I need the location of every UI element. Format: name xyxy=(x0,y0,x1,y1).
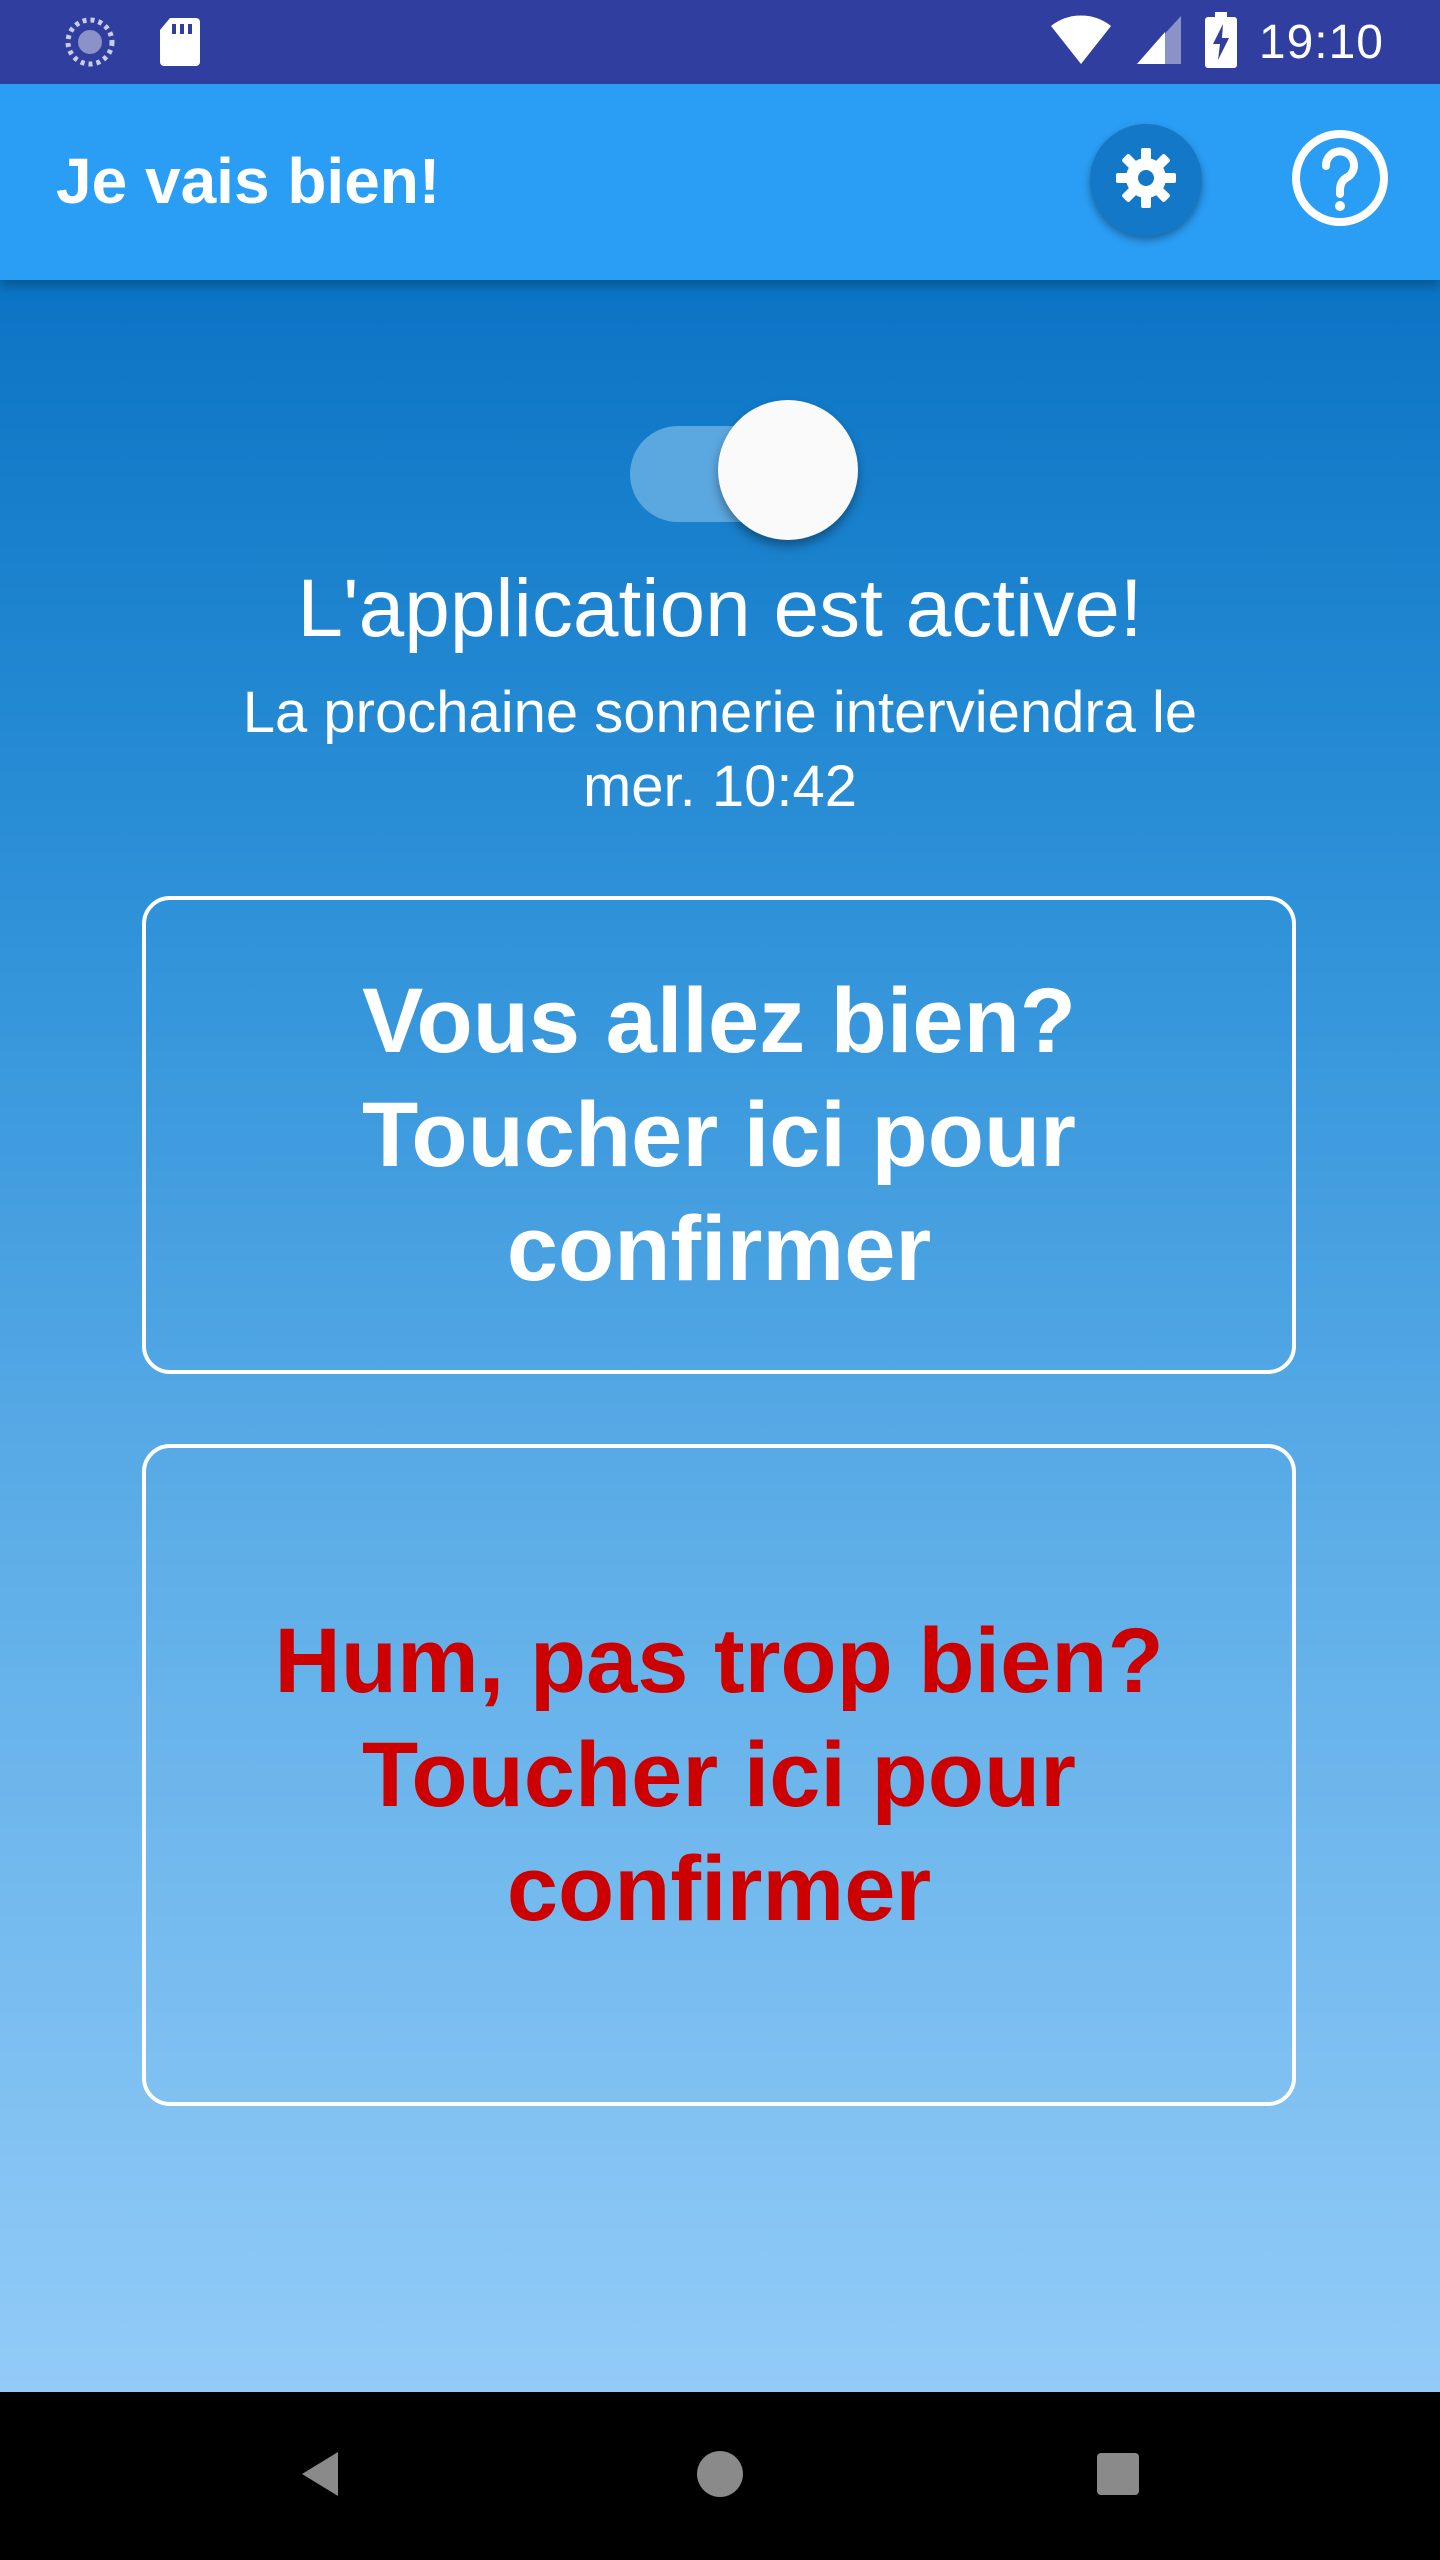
wifi-icon xyxy=(1049,14,1113,71)
clock: 19:10 xyxy=(1258,15,1384,69)
help-icon xyxy=(1288,126,1392,235)
app-bar: Je vais bien! xyxy=(0,84,1440,280)
next-ring-text: La prochaine sonnerie interviendra le me… xyxy=(242,680,1198,819)
gear-icon xyxy=(1110,142,1182,219)
screen: 19:10 Je vais bien! L'application est ac… xyxy=(0,0,1440,2560)
back-icon xyxy=(296,2448,344,2505)
back-button[interactable] xyxy=(280,2436,360,2516)
not-ok-line2: Toucher ici pour confirmer xyxy=(362,1724,1076,1940)
signal-icon xyxy=(1135,14,1183,71)
app-active-toggle[interactable] xyxy=(630,380,860,540)
help-button[interactable] xyxy=(1288,128,1392,232)
sync-icon xyxy=(62,14,118,75)
settings-button[interactable] xyxy=(1090,124,1202,236)
im-ok-line1: Vous allez bien? xyxy=(362,970,1076,1072)
im-ok-line2: Toucher ici pour confirmer xyxy=(362,1084,1076,1300)
home-icon xyxy=(694,2448,746,2505)
not-ok-button[interactable]: Hum, pas trop bien? Toucher ici pour con… xyxy=(142,1444,1296,2106)
status-title: L'application est active! xyxy=(297,563,1143,654)
app-title: Je vais bien! xyxy=(56,145,441,217)
battery-charging-icon xyxy=(1204,11,1237,73)
sd-card-icon xyxy=(158,16,202,73)
recents-button[interactable] xyxy=(1078,2436,1158,2516)
navigation-bar xyxy=(0,2392,1440,2560)
recents-icon xyxy=(1095,2451,1141,2502)
not-ok-line1: Hum, pas trop bien? xyxy=(274,1610,1164,1712)
toggle-thumb xyxy=(718,400,858,540)
main-content: L'application est active! La prochaine s… xyxy=(0,280,1440,2392)
im-ok-button[interactable]: Vous allez bien? Toucher ici pour confir… xyxy=(142,896,1296,1374)
status-bar: 19:10 xyxy=(0,0,1440,84)
home-button[interactable] xyxy=(680,2436,760,2516)
